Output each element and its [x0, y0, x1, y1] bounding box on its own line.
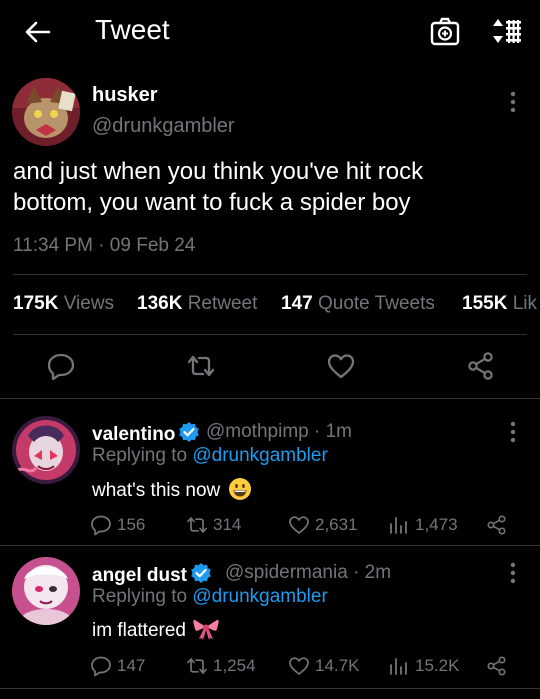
divider: [0, 398, 540, 399]
replying-to: Replying to @drunkgambler: [92, 445, 328, 467]
husker-avatar-image: [12, 78, 80, 146]
reply-author[interactable]: angel dust: [92, 562, 212, 587]
tweet-action-bar: [0, 345, 540, 385]
replying-prefix: Replying to: [92, 445, 188, 466]
retweet-icon: [187, 517, 207, 533]
stat-number: 136K: [137, 293, 183, 314]
replying-to-link[interactable]: @drunkgambler: [192, 445, 327, 466]
replying-prefix: Replying to: [92, 586, 188, 607]
retweet-count: 1,254: [213, 656, 256, 675]
stat-label: Retweet: [187, 293, 258, 314]
reply-icon[interactable]: [46, 351, 76, 381]
reply-count: 156: [117, 515, 146, 534]
avatar[interactable]: [12, 78, 80, 146]
share-button[interactable]: [486, 514, 508, 536]
back-arrow-icon[interactable]: [22, 17, 52, 47]
like-count: 14.7K: [315, 656, 360, 675]
tweet-timestamp[interactable]: 11:34 PM · 09 Feb 24: [13, 235, 195, 257]
reply-count-button[interactable]: 147: [90, 655, 145, 677]
divider: [0, 688, 540, 689]
like-count-button[interactable]: 14.7K: [288, 655, 359, 677]
retweet-icon: [187, 658, 207, 674]
views-count-button[interactable]: 15.2K: [388, 655, 459, 677]
verified-badge-icon: [191, 563, 211, 583]
reply-icon: [91, 515, 111, 536]
stat-number: 175K: [13, 293, 59, 314]
sort-replies-icon[interactable]: [490, 16, 524, 46]
stat-label: Lik: [512, 293, 537, 314]
reply-count: 147: [117, 656, 146, 675]
views-chart-icon: [390, 517, 407, 534]
tweet-stats: 175K Views 136K Retweet 147 Quote Tweets…: [13, 293, 540, 319]
user-handle[interactable]: @drunkgambler: [92, 115, 235, 138]
divider: [13, 274, 527, 275]
verified-badge-icon: [179, 422, 200, 442]
display-name: valentino: [92, 424, 176, 445]
reply-handle-time[interactable]: @spidermania · 2m: [225, 562, 391, 584]
top-bar: Tweet: [0, 0, 540, 62]
reply-author[interactable]: valentino: [92, 421, 200, 446]
page-title: Tweet: [95, 14, 170, 45]
avatar[interactable]: [12, 416, 80, 484]
tweet-text-line: and just when you think you've hit rock: [13, 158, 424, 185]
valentino-avatar-image: [12, 416, 80, 484]
stat-views[interactable]: 175K Views: [13, 293, 114, 315]
stat-retweets[interactable]: 136K Retweet: [137, 293, 257, 315]
stat-quote-tweets[interactable]: 147 Quote Tweets: [281, 293, 435, 315]
stat-likes[interactable]: 155K Lik: [462, 293, 537, 315]
more-options-icon[interactable]: [503, 90, 523, 114]
reply-handle-time[interactable]: @mothpimp · 1m: [206, 421, 352, 443]
angel-dust-avatar-image: [12, 557, 80, 625]
reply-text-content: what's this now: [92, 480, 221, 501]
display-name: angel dust: [92, 565, 188, 586]
reply-icon: [91, 656, 111, 677]
share-icon: [487, 515, 506, 535]
share-button[interactable]: [486, 655, 508, 677]
reply-text-content: im flattered: [92, 620, 186, 641]
divider: [0, 545, 540, 546]
reply-text: im flattered: [92, 617, 219, 642]
grinning-face-emoji-icon: [228, 478, 251, 500]
tweet-text: and just when you think you've hit rock …: [13, 156, 533, 218]
retweet-icon[interactable]: [186, 351, 216, 381]
views-count: 1,473: [415, 515, 458, 534]
retweet-count-button[interactable]: 314: [186, 514, 241, 536]
views-chart-icon: [390, 658, 407, 675]
share-icon[interactable]: [466, 351, 496, 381]
retweet-count: 314: [213, 515, 242, 534]
tweet-text-line: bottom, you want to fuck a spider boy: [13, 189, 411, 216]
reply-text: what's this now: [92, 477, 252, 502]
avatar[interactable]: [12, 557, 80, 625]
ribbon-emoji-icon: [193, 619, 219, 640]
replying-to-link[interactable]: @drunkgambler: [192, 586, 327, 607]
reply-action-bar: 147 1,254 14.7K 15.2K: [90, 655, 530, 681]
like-count-button[interactable]: 2,631: [288, 514, 358, 536]
share-icon: [487, 656, 506, 676]
views-count: 15.2K: [415, 656, 460, 675]
reply-action-bar: 156 314 2,631 1,473: [90, 514, 530, 540]
reply-count-button[interactable]: 156: [90, 514, 145, 536]
stat-label: Quote Tweets: [317, 293, 435, 314]
like-heart-icon[interactable]: [326, 351, 356, 381]
more-options-icon[interactable]: [503, 420, 523, 444]
stat-number: 155K: [462, 293, 508, 314]
display-name[interactable]: husker: [92, 84, 158, 107]
add-photo-icon[interactable]: [430, 17, 460, 47]
stat-number: 147: [281, 293, 313, 314]
views-count-button[interactable]: 1,473: [388, 514, 458, 536]
more-options-icon[interactable]: [503, 561, 523, 585]
like-count: 2,631: [315, 515, 358, 534]
like-heart-icon: [289, 657, 309, 675]
retweet-count-button[interactable]: 1,254: [186, 655, 256, 677]
like-heart-icon: [289, 516, 309, 534]
stat-label: Views: [63, 293, 115, 314]
replying-to: Replying to @drunkgambler: [92, 586, 328, 608]
divider: [13, 334, 527, 335]
